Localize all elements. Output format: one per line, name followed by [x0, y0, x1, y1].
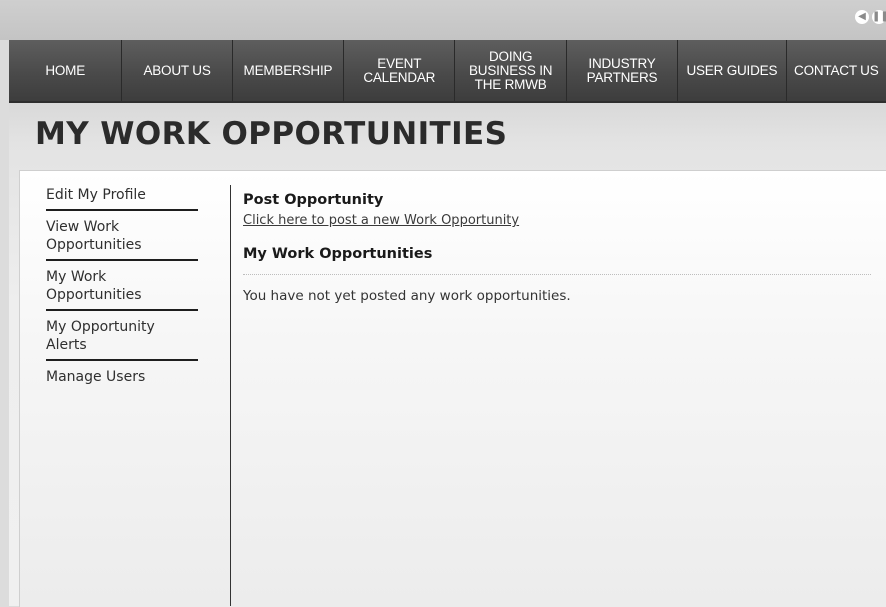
nav-item-contact-us[interactable]: CONTACT US	[787, 40, 886, 101]
main-content: Post Opportunity Click here to post a ne…	[243, 192, 873, 304]
top-bar: ◀ ❚❚	[0, 0, 886, 40]
column-divider	[230, 185, 231, 606]
nav-item-membership[interactable]: MEMBERSHIP	[233, 40, 345, 101]
main-navigation: HOME ABOUT US MEMBERSHIP EVENT CALENDAR …	[9, 40, 886, 103]
sidebar-item-my-work-opportunities[interactable]: My Work Opportunities	[46, 268, 198, 311]
nav-item-industry-partners[interactable]: INDUSTRY PARTNERS	[567, 40, 679, 101]
sidebar-item-manage-users[interactable]: Manage Users	[46, 368, 198, 391]
page-title: MY WORK OPPORTUNITIES	[35, 116, 508, 152]
post-opportunity-link[interactable]: Click here to post a new Work Opportunit…	[243, 213, 519, 228]
nav-item-user-guides[interactable]: USER GUIDES	[678, 40, 787, 101]
post-opportunity-heading: Post Opportunity	[243, 192, 384, 208]
nav-item-doing-business[interactable]: DOING BUSINESS IN THE RMWB	[455, 40, 567, 101]
sidebar: Edit My Profile View Work Opportunities …	[46, 186, 198, 398]
nav-item-about-us[interactable]: ABOUT US	[122, 40, 233, 101]
back-icon[interactable]: ◀	[855, 10, 869, 24]
slideshow-controls: ◀ ❚❚	[855, 10, 886, 24]
sidebar-item-opportunity-alerts[interactable]: My Opportunity Alerts	[46, 318, 198, 361]
my-work-opportunities-heading: My Work Opportunities	[243, 246, 433, 262]
empty-state-message: You have not yet posted any work opportu…	[243, 288, 571, 304]
sidebar-item-edit-profile[interactable]: Edit My Profile	[46, 186, 198, 211]
pause-icon[interactable]: ❚❚	[872, 10, 886, 24]
nav-item-event-calendar[interactable]: EVENT CALENDAR	[344, 40, 456, 101]
nav-item-home[interactable]: HOME	[9, 40, 123, 101]
sidebar-item-view-work-opportunities[interactable]: View Work Opportunities	[46, 218, 198, 261]
section-divider	[243, 274, 871, 275]
